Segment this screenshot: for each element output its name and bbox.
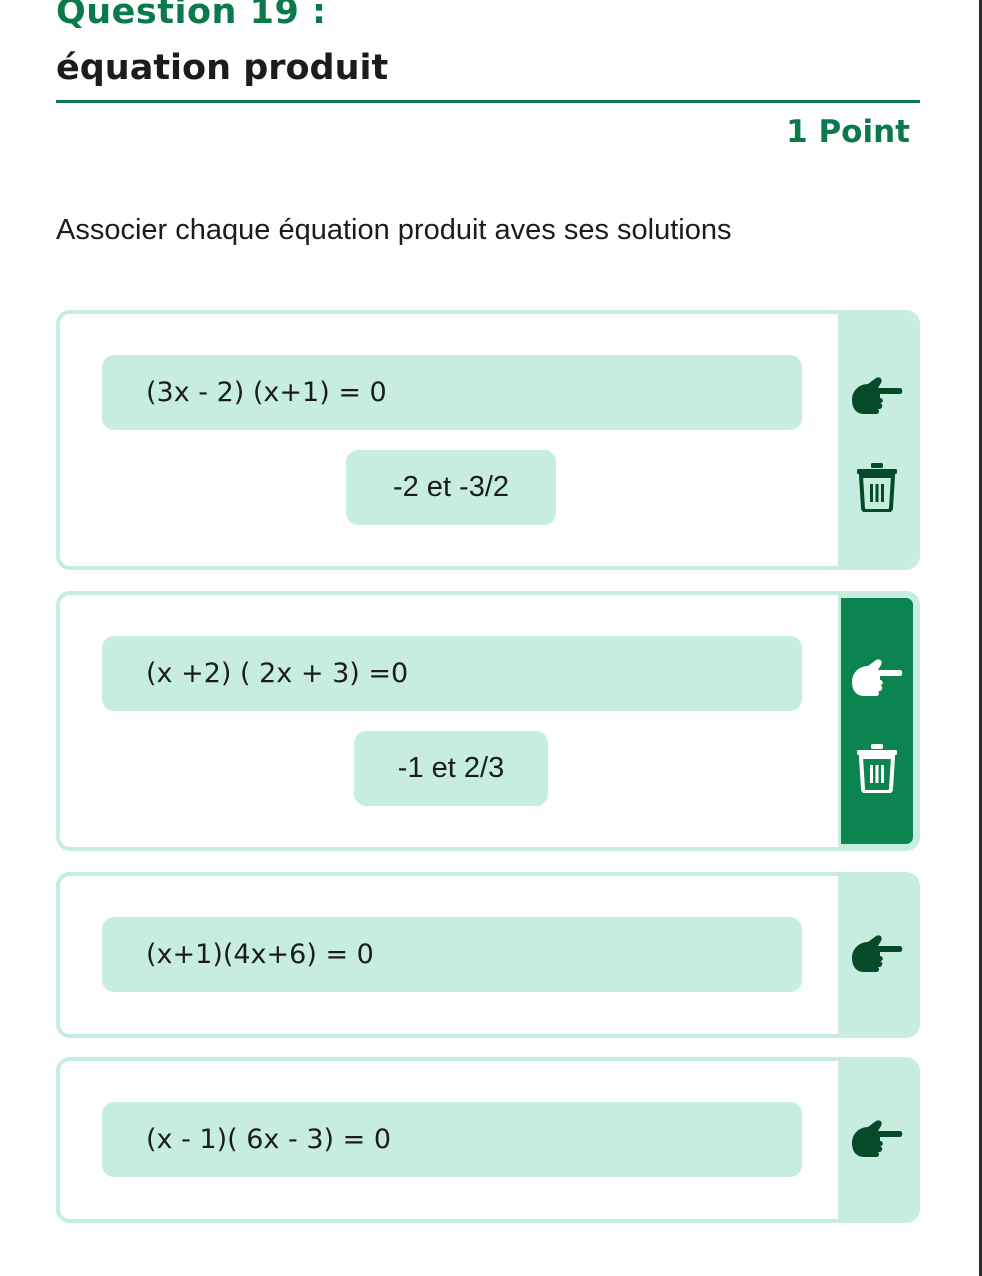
question-number: Question 19 :	[56, 0, 327, 32]
equation-label: (x +2) ( 2x + 3) =0	[102, 636, 802, 711]
card-side-panel	[838, 876, 916, 1034]
trash-icon[interactable]	[856, 462, 898, 512]
equation-label: (x - 1)( 6x - 3) = 0	[102, 1102, 802, 1177]
card-side-panel-active	[838, 595, 916, 847]
card-side-panel	[838, 1061, 916, 1219]
match-card-1: (3x - 2) (x+1) = 0 -2 et -3/2	[56, 310, 920, 570]
pointing-hand-icon[interactable]	[850, 934, 904, 980]
question-title: équation produit	[56, 48, 389, 88]
card-side-panel	[838, 314, 916, 566]
question-instruction: Associer chaque équation produit aves se…	[56, 214, 732, 246]
trash-icon[interactable]	[856, 743, 898, 793]
match-card-2: (x +2) ( 2x + 3) =0 -1 et 2/3	[56, 591, 920, 851]
solution-chip[interactable]: -2 et -3/2	[346, 450, 556, 525]
pointing-hand-icon[interactable]	[850, 1119, 904, 1165]
equation-label: (x+1)(4x+6) = 0	[102, 917, 802, 992]
match-card-3: (x+1)(4x+6) = 0	[56, 872, 920, 1038]
solution-chip[interactable]: -1 et 2/3	[354, 731, 548, 806]
title-divider	[56, 100, 920, 103]
pointing-hand-icon[interactable]	[850, 376, 904, 422]
question-points: 1 Point	[786, 114, 910, 150]
match-card-4: (x - 1)( 6x - 3) = 0	[56, 1057, 920, 1223]
equation-label: (3x - 2) (x+1) = 0	[102, 355, 802, 430]
pointing-hand-icon[interactable]	[850, 658, 904, 704]
